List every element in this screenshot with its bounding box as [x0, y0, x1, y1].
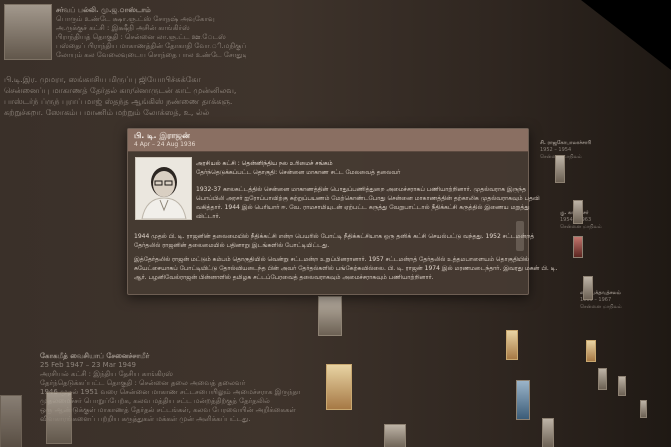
wall-line: 1954 – 1963	[560, 217, 592, 223]
portrait-thumbnail[interactable]	[506, 330, 518, 360]
wall-line: விவகாரங்களைப் பற்றிய கருத்துகள் மக்கள் ம…	[40, 415, 251, 423]
bio-line: வகித்தார். 1944 இல் பெரியார் ஈ. வே. ராமச…	[196, 204, 530, 211]
wall-line: ஒரு ஆண்டுக்குள் மாகாணத் தேர்தல் சட்டங்கள…	[40, 406, 296, 414]
leader-detail-card[interactable]: பி. டி. இராஜன் 4 Apr – 24 Aug 1936 அரசிய…	[127, 128, 557, 295]
wall-line: பிராந்தியத் தொகுதி : சென்னை லா.ஞ.ட்ட ஊ.ே…	[56, 33, 226, 41]
wall-line: சென்னைப்பு மாகாணத் தேர்தல் காரனொருடன் கா…	[4, 86, 237, 95]
wall-line: முதலமைச்சர் பொறுப்பேற்க, கலவ மத்திய சட்ட…	[40, 397, 270, 405]
wall-line: 1952 – 1954	[540, 147, 572, 153]
wall-entry-left-mid: பி.டி.இர. முமரா, ஸங்காசிய மிருப்பு ஜியோப…	[4, 74, 254, 118]
wall-line: கற்றுச்சுறா. ஸோகம்ப மாணிம் மற்றும் லோக்ஸ…	[4, 108, 210, 117]
wall-line: சர்வப் பல்லி. மு.ஜ.ாஸ்டாம்	[56, 6, 151, 14]
portrait-thumbnail[interactable]	[46, 392, 72, 444]
portrait-thumbnail[interactable]	[4, 4, 52, 60]
bio-line: தேர்தலில் ராஜனின் தலைமையில் பதினாறு இடங்…	[134, 242, 330, 249]
wall-line: 1946 முதல் 1951 வரை சென்னை மாகாண சட்டசபை…	[40, 388, 300, 396]
term-dates: 4 Apr – 24 Aug 1936	[134, 141, 196, 148]
portrait-thumbnail[interactable]	[0, 395, 22, 447]
wall-line: அரசியல் கட்சி : இந்திய தேசிய காங்கிரஸ்	[40, 370, 173, 378]
bio-line: ஆர். பழனிவேல்ராஜன் பின்னாளில் தமிழக சட்ட…	[134, 274, 434, 281]
wall-entry-right: கு. காமராசர் 1954 – 1963 சென்னை மாநிலம்	[560, 210, 640, 231]
bio-line: சுயேட்சையாகப் போட்டியிட்டு தோல்வியடைந்த …	[134, 265, 558, 272]
bio-line: இத்தேர்தலில் ராஜன் மட்டும் கம்பம் தொகுதி…	[134, 256, 529, 263]
portrait-thumbnail[interactable]	[326, 364, 352, 410]
portrait-thumbnail[interactable]	[573, 236, 583, 258]
portrait-thumbnail[interactable]	[555, 155, 565, 183]
wall-line: பஸ்தைப் பிராந்திய மாகாணத்தின் தோகாதி வோ.…	[56, 42, 246, 50]
wall-line: கோகமீத் வைசியாப் சேனைச்சாமீர்	[40, 352, 150, 360]
wall-line: லோயும் கல வேலைவுடைய சொந்தை பால உண்டே சோத…	[56, 51, 246, 59]
wall-line: சென்னை மாநிலம்	[540, 154, 582, 160]
wall-line: பொரும் உண்டே க்ஷா.ஞ.ட்ஸ் சோநஷ் அவுகோவு	[56, 15, 215, 23]
portrait-thumbnail[interactable]	[384, 424, 406, 447]
card-meta: அரசியல் கட்சி : தென்னிந்திய நல உரிமைச் ச…	[196, 159, 400, 177]
wall-line: சென்னை மாநிலம்	[560, 224, 602, 230]
portrait-thumbnail[interactable]	[586, 340, 596, 362]
wall-line: சென்னை மாநிலம்	[580, 304, 622, 310]
bio-line: 1932-37 காலகட்டத்தில் சென்னை மாகாணத்தின்…	[196, 186, 526, 193]
wall-entry-right: சி. ராஜகோபாலாச்சாரி 1952 – 1954 சென்னை ம…	[540, 140, 620, 161]
portrait-thumbnail[interactable]	[618, 376, 626, 396]
bio-line: பொப்பிலி அரசர் ஐரோப்பாவிற்கு சுற்றுப்பயண…	[196, 195, 540, 202]
constituency-line: தேர்ந்தெடுக்கப்பட்ட தொகுதி: சென்னை மாகாண…	[196, 169, 401, 176]
bio-paragraph-3: இத்தேர்தலில் ராஜன் மட்டும் கம்பம் தொகுதி…	[134, 255, 557, 282]
portrait-thumbnail[interactable]	[318, 296, 342, 336]
card-scrollbar[interactable]	[516, 221, 524, 251]
wall-line: கு. காமராசர்	[560, 210, 588, 216]
portrait-image	[136, 158, 191, 219]
bio-line: 1944 முதல் பி. டி. ராஜனின் தலைமையில் நீத…	[134, 233, 535, 240]
wall-line: 25 Feb 1947 – 23 Mar 1949	[40, 361, 136, 369]
wall-line: அ.ருக்குச் கட்சி : இக்ஷீநி அசின் காங்கிர…	[56, 24, 190, 32]
wall-line: பாஸ்டர்ந் ப்ருந் புராப் மாஜ் ஸ்தந்த ஆங்க…	[4, 97, 233, 106]
wall-entry-top-left: சர்வப் பல்லி. மு.ஜ.ாஸ்டாம் பொரும் உண்டே …	[56, 6, 246, 60]
dark-corner	[581, 0, 671, 70]
bio-paragraph-2: 1944 முதல் பி. டி. ராஜனின் தலைமையில் நீத…	[134, 232, 534, 250]
portrait-thumbnail[interactable]	[516, 380, 530, 420]
portrait-thumbnail[interactable]	[573, 200, 583, 224]
party-line: அரசியல் கட்சி : தென்னிந்திய நல உரிமைச் ச…	[196, 160, 333, 167]
leader-name: பி. டி. இராஜன்	[134, 131, 190, 140]
bio-line: விட்டார்.	[196, 213, 221, 220]
portrait-thumbnail[interactable]	[583, 276, 593, 300]
card-header: பி. டி. இராஜன் 4 Apr – 24 Aug 1936	[128, 129, 528, 152]
portrait-thumbnail[interactable]	[598, 368, 607, 390]
wall-line: தேர்ந்தெடுக்கப்பட்ட தொகுதி : சென்னை தலை …	[40, 379, 246, 387]
wall-entry-bottom-left: கோகமீத் வைசியாப் சேனைச்சாமீர் 25 Feb 194…	[40, 352, 300, 424]
wall-line: பி.டி.இர. முமரா, ஸங்காசிய மிருப்பு ஜியோப…	[4, 75, 201, 84]
portrait-thumbnail[interactable]	[542, 418, 554, 447]
leader-portrait	[135, 157, 192, 220]
bio-paragraph-1: 1932-37 காலகட்டத்தில் சென்னை மாகாணத்தின்…	[196, 185, 540, 221]
wall-line: சி. ராஜகோபாலாச்சாரி	[540, 140, 592, 146]
portrait-thumbnail[interactable]	[640, 400, 647, 418]
